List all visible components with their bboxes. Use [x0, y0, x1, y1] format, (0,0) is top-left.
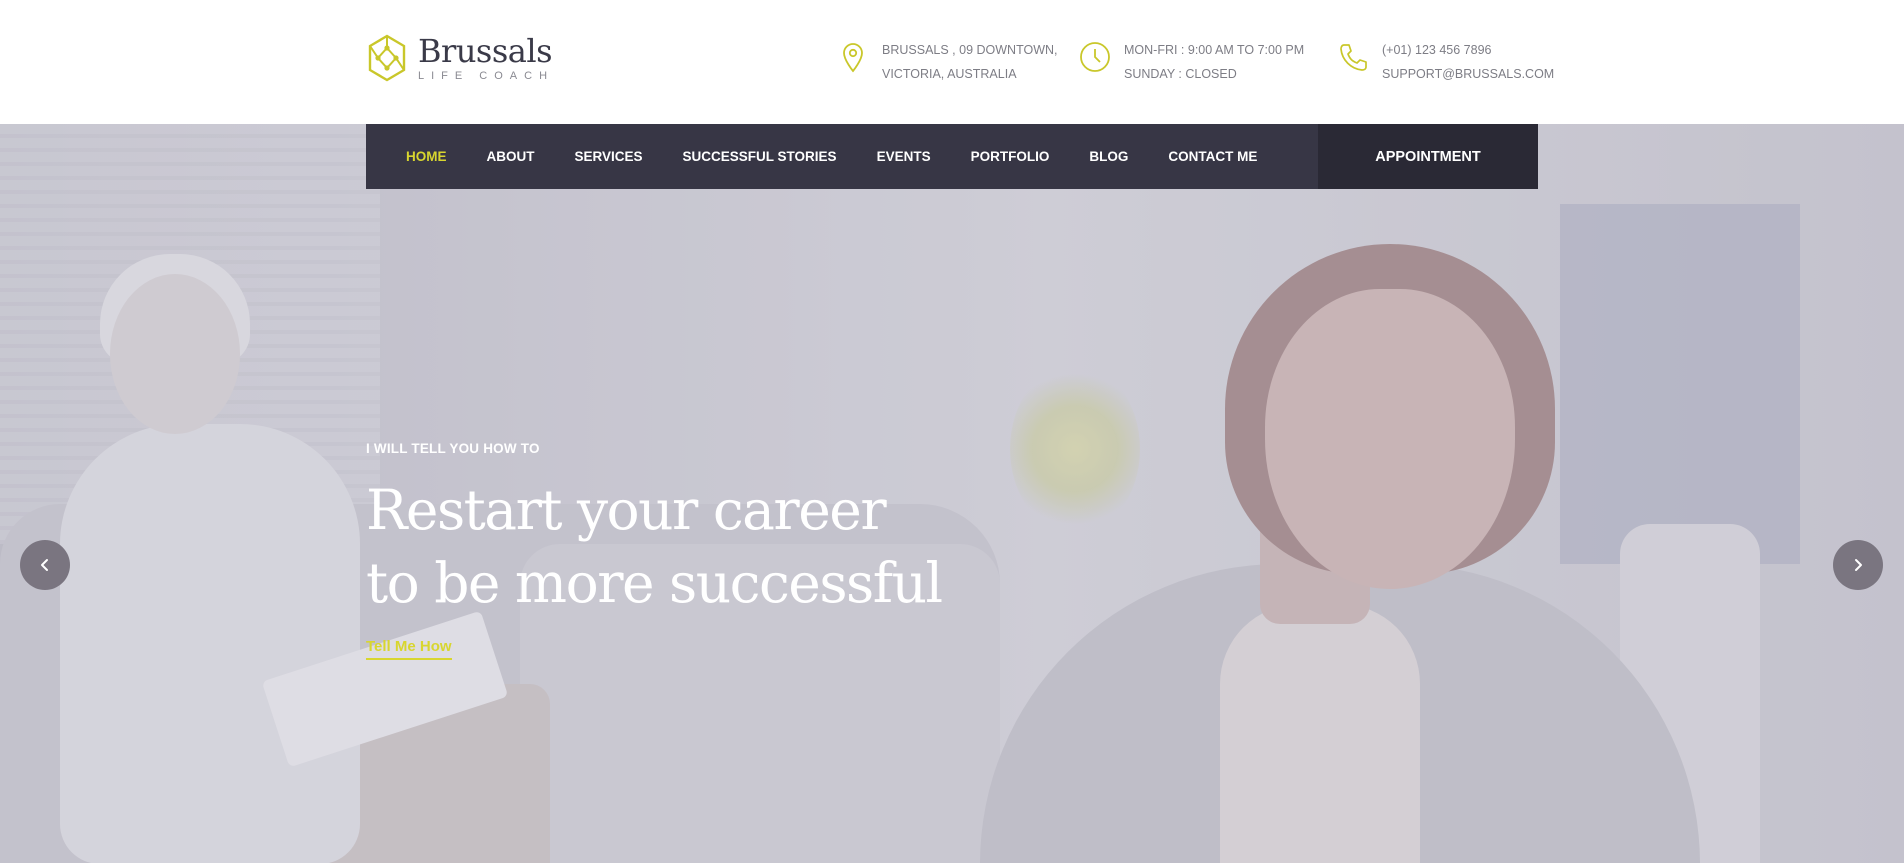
brand-name: Brussals	[418, 32, 553, 70]
nav-list: HOME ABOUT SERVICES SUCCESSFUL STORIES E…	[366, 149, 1297, 164]
top-header: Brussals LIFE COACH BRUSSALS , 09 DOWNTO…	[0, 0, 1904, 124]
logo[interactable]: Brussals LIFE COACH	[366, 32, 554, 84]
brand-tagline: LIFE COACH	[418, 70, 555, 82]
chevron-left-icon	[41, 559, 48, 571]
phone-icon	[1340, 44, 1367, 71]
hero-headline-line-1: Restart your career	[366, 478, 887, 542]
hours-line-1: MON-FRI : 9:00 AM TO 7:00 PM	[1124, 43, 1305, 57]
contact-info: (+01) 123 456 7896 SUPPORT@BRUSSALS.COM	[1336, 38, 1554, 86]
nav-item-about[interactable]: ABOUT	[487, 149, 535, 164]
address-line-2: VICTORIA, AUSTRALIA	[882, 67, 1017, 81]
phone-number[interactable]: (+01) 123 456 7896	[1382, 38, 1554, 62]
hero-headline-line-2: to be more successful	[366, 551, 943, 615]
hours-line-2: SUNDAY : CLOSED	[1124, 67, 1237, 81]
slider-prev-button[interactable]	[20, 540, 70, 590]
address-line-1: BRUSSALS , 09 DOWNTOWN,	[882, 43, 1058, 57]
logo-icon	[368, 34, 406, 82]
nav-item-successful-stories[interactable]: SUCCESSFUL STORIES	[683, 149, 837, 164]
address-info: BRUSSALS , 09 DOWNTOWN, VICTORIA, AUSTRA…	[836, 38, 1058, 86]
hero-slider	[0, 124, 1904, 863]
hours-info: MON-FRI : 9:00 AM TO 7:00 PM SUNDAY : CL…	[1078, 38, 1304, 86]
nav-item-portfolio[interactable]: PORTFOLIO	[971, 149, 1050, 164]
hero-kicker: I WILL TELL YOU HOW TO	[366, 441, 540, 456]
nav-item-blog[interactable]: BLOG	[1089, 149, 1128, 164]
chevron-right-icon	[1855, 559, 1862, 571]
map-pin-icon	[843, 43, 863, 73]
tell-me-how-link[interactable]: Tell Me How	[366, 638, 452, 660]
support-email[interactable]: SUPPORT@BRUSSALS.COM	[1382, 62, 1554, 86]
hero-headline: Restart your career to be more successfu…	[366, 474, 943, 620]
clock-icon	[1080, 42, 1110, 72]
hero-overlay	[0, 124, 1904, 863]
nav-item-home[interactable]: HOME	[406, 149, 447, 164]
nav-item-events[interactable]: EVENTS	[877, 149, 931, 164]
nav-item-contact-me[interactable]: CONTACT ME	[1168, 149, 1257, 164]
nav-item-services[interactable]: SERVICES	[575, 149, 643, 164]
slider-next-button[interactable]	[1833, 540, 1883, 590]
appointment-button[interactable]: APPOINTMENT	[1318, 124, 1538, 189]
main-nav: HOME ABOUT SERVICES SUCCESSFUL STORIES E…	[366, 124, 1538, 189]
